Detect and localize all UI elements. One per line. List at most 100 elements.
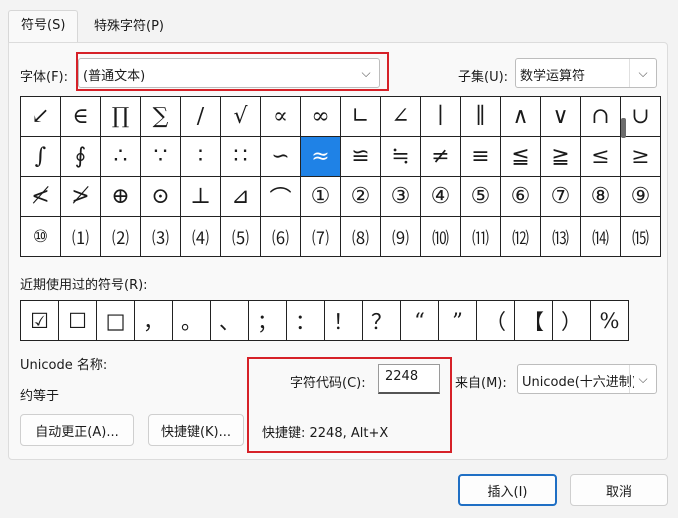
char-code-label: 字符代码(C): — [290, 376, 366, 391]
symbol-cell[interactable]: ∑ — [141, 97, 181, 137]
symbol-cell[interactable]: ⊕ — [101, 177, 141, 217]
subset-combo[interactable]: 数学运算符 ⌵ — [515, 58, 657, 88]
symbol-cell-selected[interactable]: ≈ — [301, 137, 341, 177]
recent-symbol-cell[interactable]: ！ — [325, 301, 363, 341]
symbol-cell[interactable]: ∏ — [101, 97, 141, 137]
symbol-cell[interactable]: ⑷ — [181, 217, 221, 257]
recent-symbol-cell[interactable]: % — [591, 301, 629, 341]
chevron-down-icon[interactable]: ⌵ — [629, 59, 656, 87]
symbol-cell[interactable]: ⑼ — [381, 217, 421, 257]
symbol-cell[interactable]: ∽ — [261, 137, 301, 177]
symbol-cell[interactable]: ⑩ — [21, 217, 61, 257]
symbol-cell[interactable]: ② — [341, 177, 381, 217]
symbol-cell[interactable]: ∮ — [61, 137, 101, 177]
symbol-cell[interactable]: ⒁ — [581, 217, 621, 257]
recent-symbol-cell[interactable]: 【 — [515, 301, 553, 341]
from-combo[interactable]: Unicode(十六进制) ⌵ — [517, 364, 657, 394]
from-value: Unicode(十六进制) — [522, 375, 634, 390]
tab-special-characters[interactable]: 特殊字符(P) — [82, 12, 176, 42]
symbol-cell[interactable]: ⑾ — [461, 217, 501, 257]
cancel-button[interactable]: 取消 — [570, 474, 668, 506]
recent-symbol-cell[interactable]: ☐ — [59, 301, 97, 341]
recent-symbol-cell[interactable]: “ — [401, 301, 439, 341]
recent-symbol-cell[interactable]: ☑ — [21, 301, 59, 341]
recent-symbol-cell[interactable]: ； — [249, 301, 287, 341]
symbol-cell[interactable]: ≧ — [541, 137, 581, 177]
recent-symbol-cell[interactable]: （ — [477, 301, 515, 341]
symbol-cell[interactable]: ⑸ — [221, 217, 261, 257]
symbol-cell[interactable]: ∠ — [381, 97, 421, 137]
symbol-cell[interactable]: ∩ — [581, 97, 621, 137]
symbol-cell[interactable]: ⌒ — [261, 177, 301, 217]
symbol-cell[interactable]: ⑿ — [501, 217, 541, 257]
symbol-cell[interactable]: ⑵ — [101, 217, 141, 257]
symbol-cell[interactable]: ∥ — [461, 97, 501, 137]
scrollbar-thumb[interactable] — [621, 118, 626, 138]
symbol-cell[interactable]: ∴ — [101, 137, 141, 177]
symbol-cell[interactable]: ≤ — [581, 137, 621, 177]
symbol-grid-scrollbar[interactable] — [618, 96, 632, 260]
symbol-cell[interactable]: ∈ — [61, 97, 101, 137]
symbol-cell[interactable]: ① — [301, 177, 341, 217]
symbol-cell[interactable]: ⑤ — [461, 177, 501, 217]
symbol-cell[interactable]: ∶ — [181, 137, 221, 177]
symbol-cell[interactable]: ⑺ — [301, 217, 341, 257]
recent-symbols: ☑ ☐ □，。、；：！？ “” （【）% — [20, 300, 629, 341]
unicode-name-value: 约等于 — [20, 389, 60, 404]
symbol-cell[interactable]: ≠ — [421, 137, 461, 177]
symbol-cell[interactable]: ≡ — [461, 137, 501, 177]
font-combo[interactable]: (普通文本) ⌵ — [78, 58, 380, 88]
symbol-cell[interactable]: ∝ — [261, 97, 301, 137]
autocorrect-button[interactable]: 自动更正(A)... — [20, 414, 134, 446]
symbol-cell[interactable]: ⑹ — [261, 217, 301, 257]
symbol-cell[interactable]: ≯ — [61, 177, 101, 217]
symbol-cell[interactable]: ⊿ — [221, 177, 261, 217]
symbol-row: ≮ ≯ ⊕ ⊙ ⊥ ⊿ ⌒ ① ② ③ ④ ⑤ ⑥ ⑦ ⑧ ⑨ — [21, 177, 661, 217]
symbol-cell[interactable]: ∷ — [221, 137, 261, 177]
chevron-down-icon[interactable]: ⌵ — [353, 59, 379, 87]
symbol-cell[interactable]: ∵ — [141, 137, 181, 177]
symbol-cell[interactable]: ≮ — [21, 177, 61, 217]
symbol-cell[interactable]: ⑧ — [581, 177, 621, 217]
recent-symbol-cell[interactable]: 。 — [173, 301, 211, 341]
symbol-cell[interactable]: ≌ — [341, 137, 381, 177]
recent-symbol-cell[interactable]: 、 — [211, 301, 249, 341]
recent-symbol-cell[interactable]: ” — [439, 301, 477, 341]
shortcut-key-button[interactable]: 快捷键(K)... — [148, 414, 244, 446]
chevron-down-icon[interactable]: ⌵ — [629, 365, 656, 393]
insert-button[interactable]: 插入(I) — [458, 474, 557, 506]
symbol-cell[interactable]: ≒ — [381, 137, 421, 177]
symbol-cell[interactable]: ∟ — [341, 97, 381, 137]
symbol-cell[interactable]: ∕ — [181, 97, 221, 137]
symbol-cell[interactable]: ⑻ — [341, 217, 381, 257]
symbol-row: ⑩⑴⑵⑶⑷⑸⑹⑺⑻⑼⑽⑾⑿⒀⒁⒂ — [21, 217, 661, 257]
symbol-cell[interactable]: ⑥ — [501, 177, 541, 217]
symbol-cell[interactable]: ↙ — [21, 97, 61, 137]
symbol-cell[interactable]: ∧ — [501, 97, 541, 137]
symbol-row: ∫ ∮ ∴ ∵ ∶ ∷ ∽ ≈ ≌ ≒ ≠ ≡ ≦ ≧ ≤ ≥ — [21, 137, 661, 177]
symbol-cell[interactable]: ∨ — [541, 97, 581, 137]
symbol-cell[interactable]: ⒀ — [541, 217, 581, 257]
symbol-cell[interactable]: ∣ — [421, 97, 461, 137]
symbol-cell[interactable]: ⑶ — [141, 217, 181, 257]
symbol-cell[interactable]: ∫ — [21, 137, 61, 177]
symbol-cell[interactable]: √ — [221, 97, 261, 137]
symbol-cell[interactable]: ⊥ — [181, 177, 221, 217]
symbol-cell[interactable]: ③ — [381, 177, 421, 217]
symbol-cell[interactable]: ⊙ — [141, 177, 181, 217]
symbol-cell[interactable]: ≦ — [501, 137, 541, 177]
recent-symbol-cell[interactable]: ： — [287, 301, 325, 341]
recent-symbol-cell[interactable]: ？ — [363, 301, 401, 341]
symbol-cell[interactable]: ⑦ — [541, 177, 581, 217]
recent-symbol-cell[interactable]: □ — [97, 301, 135, 341]
symbol-cell[interactable]: ⑽ — [421, 217, 461, 257]
symbol-cell[interactable]: ④ — [421, 177, 461, 217]
symbol-row: ↙ ∈ ∏ ∑ ∕ √ ∝ ∞ ∟ ∠ ∣ ∥ ∧ ∨ ∩ ∪ — [21, 97, 661, 137]
symbol-cell[interactable]: ∞ — [301, 97, 341, 137]
unicode-name-label: Unicode 名称: — [20, 358, 108, 373]
char-code-input[interactable]: 2248 — [378, 364, 440, 394]
symbol-cell[interactable]: ⑴ — [61, 217, 101, 257]
tab-symbols[interactable]: 符号(S) — [8, 10, 79, 44]
recent-symbol-cell[interactable]: ） — [553, 301, 591, 341]
recent-symbol-cell[interactable]: ， — [135, 301, 173, 341]
